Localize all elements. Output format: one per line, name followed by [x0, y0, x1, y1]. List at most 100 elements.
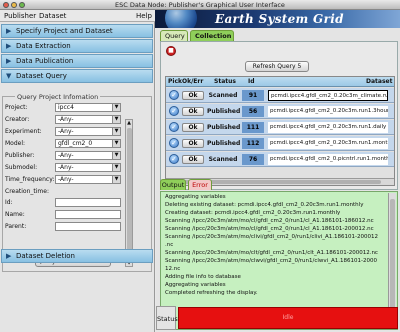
- log-line: Aggregating variables: [165, 282, 226, 288]
- pick-check-icon[interactable]: ✓: [169, 90, 179, 100]
- window-title: ESC Data Node: Publisher's Graphical Use…: [115, 1, 285, 9]
- submodel-select[interactable]: -Any- ▼: [55, 163, 121, 172]
- log-line: Scanning /ipcc/20c3m/atm/mo/clivi/gfdl_c…: [165, 234, 379, 240]
- row-dataset[interactable]: pcmdi.ipcc4.gfdl_cm2_0.20c3m.run1.daily: [268, 122, 388, 133]
- scrollbar-thumb[interactable]: [127, 128, 132, 258]
- experiment-select[interactable]: -Any- ▼: [55, 127, 121, 136]
- row-id: 111: [242, 122, 264, 133]
- tab-collection-4[interactable]: Collection 4: [190, 30, 234, 50]
- select-value: -Any-: [58, 176, 74, 183]
- field-label: Submodel:: [5, 164, 38, 171]
- field-project: Project: ipcc4 ▼: [5, 103, 123, 113]
- tab-error[interactable]: Error: [188, 179, 212, 190]
- ok-button[interactable]: Ok: [182, 139, 204, 148]
- table-row[interactable]: ✓ Ok Scanned 76 pcmdi.ipcc4.gfdl_cm2_0.p…: [166, 152, 394, 167]
- section-data-publication[interactable]: ▶ Data Publication: [1, 54, 153, 68]
- refresh-query-button[interactable]: Refresh Query 5: [245, 61, 309, 72]
- field-creation-time: Creation_time:: [5, 187, 123, 197]
- expand-arrow-icon: ▶: [6, 42, 12, 50]
- query-project-info-group: Query Project Infomation Project: ipcc4 ▼…: [2, 93, 152, 272]
- section-label: Data Publication: [16, 57, 74, 65]
- field-label: Publisher:: [5, 152, 35, 159]
- menu-help[interactable]: Help: [136, 12, 152, 20]
- status-indicator: Idle: [178, 307, 398, 329]
- row-status: Published: [207, 124, 241, 131]
- column-header-pick: Pick: [168, 78, 183, 85]
- field-submodel: Submodel: -Any- ▼: [5, 163, 123, 173]
- menu-publisher[interactable]: Publisher: [4, 12, 36, 20]
- ok-button[interactable]: Ok: [182, 91, 204, 100]
- pick-check-icon[interactable]: ✓: [169, 138, 179, 148]
- column-header-status: Status: [214, 78, 236, 85]
- field-label: Id:: [5, 199, 13, 206]
- model-select[interactable]: gfdl_cm2_0 ▼: [55, 139, 121, 148]
- dropdown-arrow-icon: ▼: [112, 152, 120, 159]
- select-value: gfdl_cm2_0: [58, 140, 93, 147]
- row-dataset[interactable]: pcmdi.ipcc4.gfdl_cm2_0.picntrl.run1.mont…: [268, 154, 388, 165]
- dataset-table: Pick Ok/Err Status Id Dataset ✓ Ok Scann…: [165, 76, 395, 186]
- log-line: Scanning /ipcc/20c3m/atm/mo/cl/gfdl_cm2_…: [165, 226, 374, 232]
- section-label: Data Extraction: [16, 42, 71, 50]
- ok-button[interactable]: Ok: [182, 107, 204, 116]
- select-value: -Any-: [58, 152, 74, 159]
- field-experiment: Experiment: -Any- ▼: [5, 127, 123, 137]
- dropdown-arrow-icon: ▼: [112, 164, 120, 171]
- section-dataset-deletion[interactable]: ▶ Dataset Deletion: [1, 249, 153, 263]
- tab-output[interactable]: Output: [160, 179, 186, 190]
- dropdown-arrow-icon: ▼: [112, 128, 120, 135]
- left-control-panel: ▶ Specify Project and Dataset ▶ Data Ext…: [0, 22, 155, 332]
- query-form-scrollbar[interactable]: ▲ ▼: [125, 119, 133, 267]
- table-row[interactable]: ✓ Ok Published 112 pcmdi.ipcc4.gfdl_cm2_…: [166, 136, 394, 151]
- ok-button[interactable]: Ok: [182, 155, 204, 164]
- id-input[interactable]: [55, 198, 121, 207]
- section-data-extraction[interactable]: ▶ Data Extraction: [1, 39, 153, 53]
- log-line: .nc: [165, 242, 174, 248]
- pick-check-icon[interactable]: ✓: [169, 122, 179, 132]
- field-label: Project:: [5, 104, 28, 111]
- log-line: Creating dataset: pcmdi.ipcc4.gfdl_cm2_0…: [165, 210, 341, 216]
- field-label: Time_frequency:: [5, 176, 55, 183]
- row-id: 112: [242, 138, 264, 149]
- column-header-okerr: Ok/Err: [182, 78, 204, 85]
- parent-input[interactable]: [55, 222, 121, 231]
- ok-button[interactable]: Ok: [182, 123, 204, 132]
- log-line: 12.nc: [165, 266, 181, 272]
- tab-query-5[interactable]: Query 5: [160, 30, 188, 50]
- name-input[interactable]: [55, 210, 121, 219]
- dropdown-arrow-icon: ▼: [112, 176, 120, 183]
- stop-icon[interactable]: ■: [166, 46, 176, 56]
- log-line: Scanning /ipcc/20c3m/atm/mo/clwvi/gfdl_c…: [165, 258, 377, 264]
- row-id: 56: [242, 106, 264, 117]
- scrollbar-thumb[interactable]: [390, 199, 395, 323]
- time-frequency-select[interactable]: -Any- ▼: [55, 175, 121, 184]
- field-parent: Parent:: [5, 222, 123, 232]
- scroll-up-icon[interactable]: ▲: [126, 120, 132, 126]
- creator-select[interactable]: -Any- ▼: [55, 115, 121, 124]
- select-value: ipcc4: [58, 104, 74, 111]
- table-row[interactable]: ✓ Ok Scanned 91 pcmdi.ipcc4.gfdl_cm2_0.2…: [166, 88, 394, 103]
- log-line: Deleting existing dataset: pcmdi.ipcc4.g…: [165, 202, 364, 208]
- table-row[interactable]: ✓ Ok Published 56 pcmdi.ipcc4.gfdl_cm2_0…: [166, 104, 394, 119]
- field-publisher: Publisher: -Any- ▼: [5, 151, 123, 161]
- section-specify-project[interactable]: ▶ Specify Project and Dataset: [1, 24, 153, 38]
- table-row[interactable]: ✓ Ok Published 111 pcmdi.ipcc4.gfdl_cm2_…: [166, 120, 394, 135]
- pick-check-icon[interactable]: ✓: [169, 154, 179, 164]
- column-header-dataset: Dataset: [366, 78, 393, 85]
- section-label: Specify Project and Dataset: [16, 27, 113, 35]
- select-value: -Any-: [58, 128, 74, 135]
- row-dataset[interactable]: pcmdi.ipcc4.gfdl_cm2_0.20c3m.run1.3hourl…: [268, 106, 388, 117]
- expand-arrow-icon: ▶: [6, 27, 12, 35]
- pick-check-icon[interactable]: ✓: [169, 106, 179, 116]
- publisher-select[interactable]: -Any- ▼: [55, 151, 121, 160]
- expand-arrow-icon: ▶: [6, 57, 12, 65]
- row-dataset[interactable]: pcmdi.ipcc4.gfdl_cm2_0.20c3m.run1.monthl…: [268, 138, 388, 149]
- menu-dataset[interactable]: Dataset: [39, 12, 66, 20]
- row-dataset[interactable]: pcmdi.ipcc4.gfdl_cm2_0.20c3m_climate.run…: [268, 90, 388, 101]
- section-dataset-query[interactable]: ▼ Dataset Query: [1, 69, 153, 83]
- table-header: Pick Ok/Err Status Id Dataset: [166, 77, 394, 87]
- expand-arrow-icon: ▶: [6, 252, 12, 260]
- collapse-arrow-icon: ▼: [6, 72, 12, 80]
- window-titlebar: ESC Data Node: Publisher's Graphical Use…: [0, 0, 400, 10]
- row-status: Scanned: [208, 156, 238, 163]
- project-select[interactable]: ipcc4 ▼: [55, 103, 121, 112]
